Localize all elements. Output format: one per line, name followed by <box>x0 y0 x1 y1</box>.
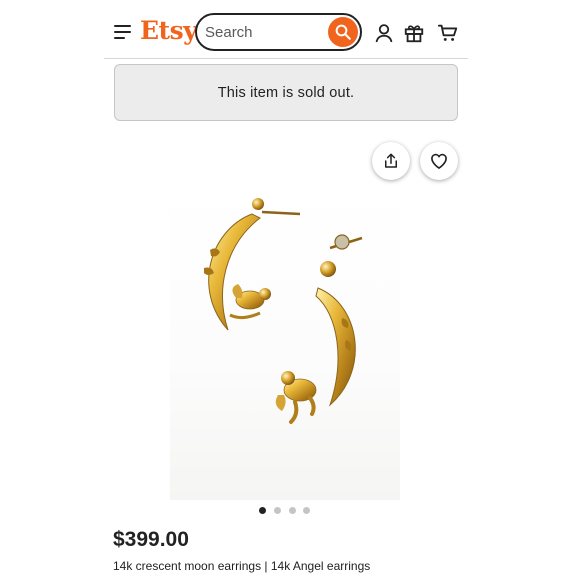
carousel-dot[interactable] <box>303 507 310 514</box>
listing-title: 14k crescent moon earrings | 14k Angel e… <box>113 559 371 573</box>
carousel-dot[interactable] <box>289 507 296 514</box>
sold-out-notice: This item is sold out. <box>114 64 458 121</box>
cart-icon[interactable] <box>437 22 459 44</box>
etsy-logo[interactable]: Etsy <box>140 16 198 45</box>
search-input[interactable] <box>205 22 323 42</box>
carousel-indicator <box>259 507 319 515</box>
carousel-dot[interactable] <box>274 507 281 514</box>
header-divider <box>104 58 468 59</box>
search-button[interactable] <box>328 17 358 47</box>
gift-icon[interactable] <box>403 22 425 44</box>
account-icon[interactable] <box>373 22 395 44</box>
menu-icon[interactable] <box>114 25 131 39</box>
search-icon <box>335 24 351 40</box>
carousel-dot[interactable] <box>259 507 266 514</box>
listing-price: $399.00 <box>113 528 189 551</box>
share-button[interactable] <box>372 142 410 180</box>
top-navigation: Etsy <box>106 10 468 56</box>
heart-icon <box>431 153 447 169</box>
search-bar <box>195 13 362 51</box>
product-image[interactable] <box>170 190 400 500</box>
favorite-button[interactable] <box>420 142 458 180</box>
share-icon <box>385 153 397 168</box>
